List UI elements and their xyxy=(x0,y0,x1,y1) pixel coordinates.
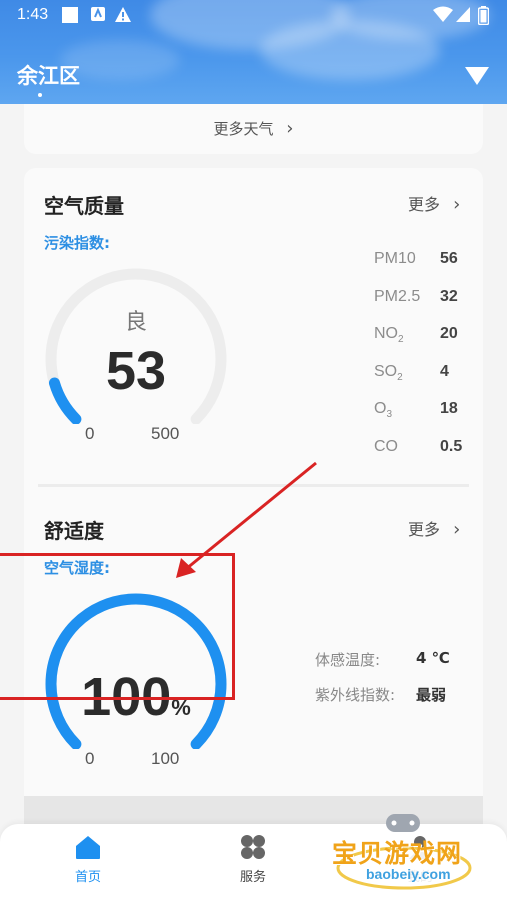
nav-item-home[interactable]: 首页 xyxy=(48,834,128,885)
annotation-box xyxy=(0,553,235,700)
nav-item-services[interactable]: 服务 xyxy=(213,834,293,885)
home-icon xyxy=(48,834,128,862)
grid-icon xyxy=(213,834,293,862)
watermark-logo: 宝贝游戏网 baobeiy.com xyxy=(328,810,478,890)
nav-label-services: 服务 xyxy=(239,870,266,885)
watermark-title: 宝贝游戏网 xyxy=(332,839,463,868)
nav-label-home: 首页 xyxy=(74,870,101,885)
annotation-arrow xyxy=(176,461,317,578)
watermark-url: baobeiy.com xyxy=(366,866,451,882)
